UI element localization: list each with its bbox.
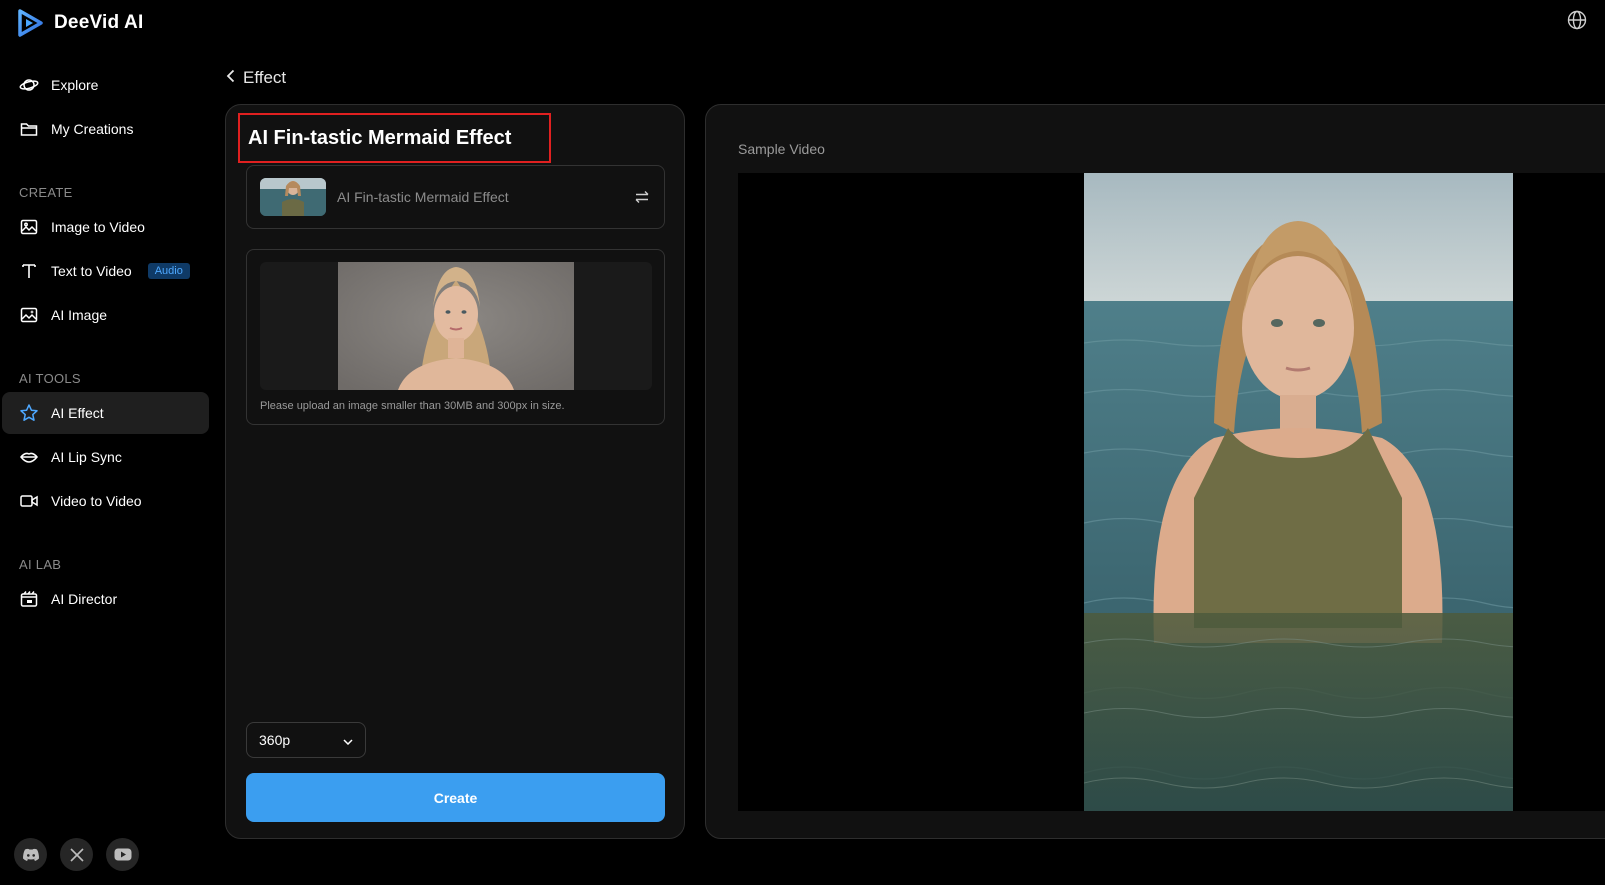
sidebar-item-label: Text to Video xyxy=(51,263,132,279)
planet-icon xyxy=(19,75,39,95)
text-icon xyxy=(19,261,39,281)
sample-video-frame xyxy=(1084,173,1513,811)
breadcrumb-label: Effect xyxy=(243,68,287,87)
sidebar-item-label: AI Image xyxy=(51,307,108,323)
sidebar-item-label: AI Effect xyxy=(51,405,104,421)
star-icon xyxy=(19,403,39,423)
audio-badge: Audio xyxy=(147,263,190,279)
effect-select-label: AI Fin-tastic Mermaid Effect xyxy=(337,189,509,205)
sample-video-label: Sample Video xyxy=(738,141,825,157)
sidebar-item-label: Explore xyxy=(51,77,99,93)
upload-hint: Please upload an image smaller than 30MB… xyxy=(260,400,565,412)
youtube-icon[interactable] xyxy=(106,838,139,871)
preview-panel: Sample Video xyxy=(705,104,1605,839)
sidebar-item-label: Video to Video xyxy=(51,493,142,509)
effect-selector[interactable]: AI Fin-tastic Mermaid Effect xyxy=(246,165,665,229)
logo[interactable]: DeeVid AI xyxy=(16,6,143,40)
social-links xyxy=(14,838,139,871)
folder-icon xyxy=(19,119,39,139)
sidebar-item-video-to-video[interactable]: Video to Video xyxy=(2,480,209,522)
section-label-ai-tools: AI TOOLS xyxy=(19,371,81,386)
uploaded-image-preview xyxy=(338,262,574,390)
effect-thumbnail xyxy=(260,178,326,216)
sidebar-item-my-creations[interactable]: My Creations xyxy=(2,108,209,150)
sidebar-item-label: My Creations xyxy=(51,121,134,137)
ai-image-icon xyxy=(19,305,39,325)
video-camera-icon xyxy=(19,491,39,511)
create-button[interactable]: Create xyxy=(246,773,665,822)
app-root: DeeVid AI Explore My Creations CREATE Im… xyxy=(0,0,1605,885)
resolution-value: 360p xyxy=(259,732,291,748)
app-name: DeeVid AI xyxy=(54,12,144,33)
effect-panel: AI Fin-tastic Mermaid Effect AI Fin-tast… xyxy=(225,104,685,839)
breadcrumb-back[interactable]: Effect xyxy=(226,68,286,88)
sidebar-item-image-to-video[interactable]: Image to Video xyxy=(2,206,209,248)
resolution-select[interactable]: 360p xyxy=(246,722,366,758)
sidebar-item-label: AI Director xyxy=(51,591,118,607)
logo-icon xyxy=(16,9,44,37)
sample-video-player[interactable] xyxy=(738,173,1605,811)
section-label-create: CREATE xyxy=(19,185,73,200)
x-twitter-icon[interactable] xyxy=(60,838,93,871)
lips-icon xyxy=(19,447,39,467)
section-label-ai-lab: AI LAB xyxy=(19,557,62,572)
sidebar-item-label: AI Lip Sync xyxy=(51,449,122,465)
sidebar-item-label: Image to Video xyxy=(51,219,145,235)
sidebar-item-ai-lip-sync[interactable]: AI Lip Sync xyxy=(2,436,209,478)
discord-icon[interactable] xyxy=(14,838,47,871)
image-icon xyxy=(19,217,39,237)
sidebar-item-explore[interactable]: Explore xyxy=(2,64,209,106)
sidebar-item-text-to-video[interactable]: Text to Video Audio xyxy=(2,250,209,292)
sidebar-item-ai-effect[interactable]: AI Effect xyxy=(2,392,209,434)
effect-title: AI Fin-tastic Mermaid Effect xyxy=(238,113,551,163)
image-upload-dropzone[interactable]: Please upload an image smaller than 30MB… xyxy=(246,249,665,425)
director-icon xyxy=(19,589,39,609)
upload-preview-area xyxy=(260,262,652,390)
swap-icon xyxy=(633,188,651,206)
sidebar-item-ai-image[interactable]: AI Image xyxy=(2,294,209,336)
chevron-left-icon xyxy=(226,68,236,88)
sidebar-item-ai-director[interactable]: AI Director xyxy=(2,578,209,620)
chevron-down-icon xyxy=(343,732,353,748)
globe-icon[interactable] xyxy=(1567,10,1587,30)
